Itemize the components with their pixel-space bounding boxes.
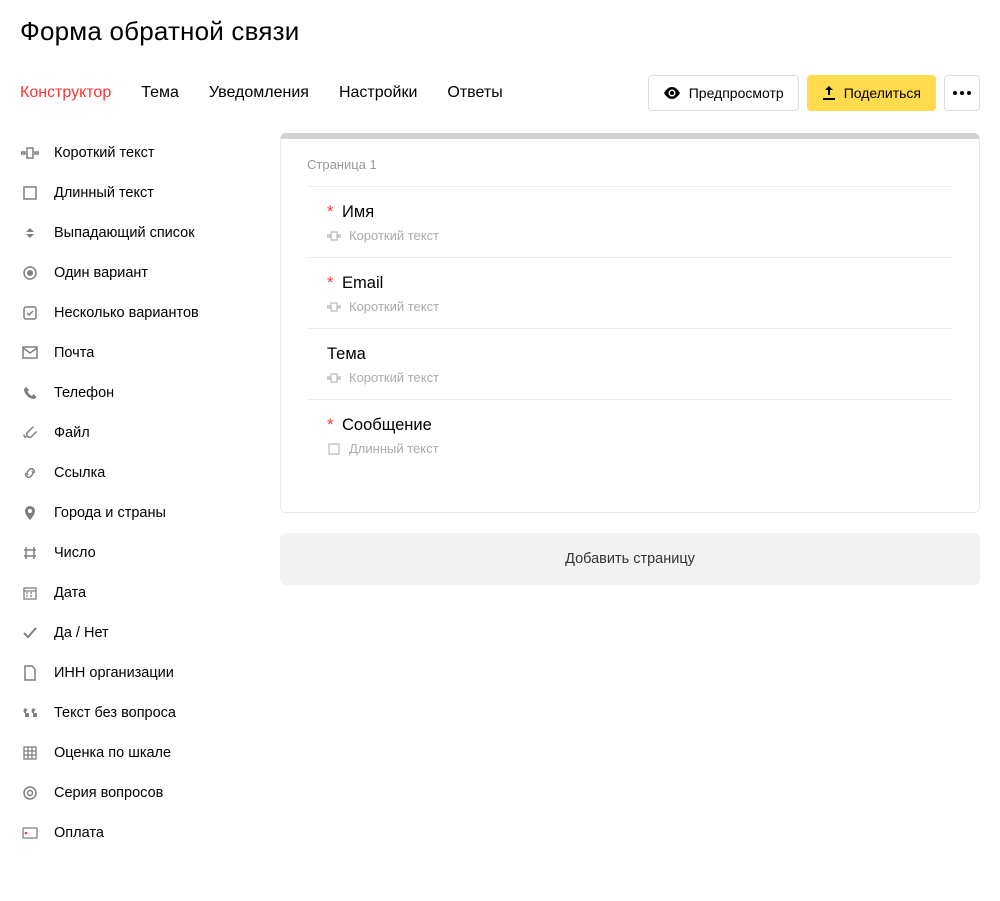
- sidebar-item-cities[interactable]: Города и страны: [20, 493, 250, 533]
- sidebar-item-yesno[interactable]: Да / Нет: [20, 613, 250, 653]
- question-item[interactable]: Тема Короткий текст: [307, 328, 953, 399]
- question-type-text: Длинный текст: [349, 441, 439, 456]
- sidebar-item-series[interactable]: Серия вопросов: [20, 773, 250, 813]
- question-type-text: Короткий текст: [349, 299, 439, 314]
- page-label: Страница 1: [307, 157, 953, 172]
- sidebar-item-dropdown[interactable]: Выпадающий список: [20, 213, 250, 253]
- sidebar-item-label: Ссылка: [54, 465, 105, 481]
- sidebar-item-label: Текст без вопроса: [54, 705, 176, 721]
- sidebar-item-file[interactable]: Файл: [20, 413, 250, 453]
- sidebar-item-one-option[interactable]: Один вариант: [20, 253, 250, 293]
- tab-notifications[interactable]: Уведомления: [209, 84, 309, 102]
- sidebar-item-label: Несколько вариантов: [54, 305, 199, 321]
- link-icon: [20, 463, 40, 483]
- tab-theme[interactable]: Тема: [141, 84, 179, 102]
- sidebar-item-long-text[interactable]: Длинный текст: [20, 173, 250, 213]
- sidebar-item-label: Телефон: [54, 385, 114, 401]
- sidebar-item-scale[interactable]: Оценка по шкале: [20, 733, 250, 773]
- tab-settings[interactable]: Настройки: [339, 84, 417, 102]
- file-icon: [20, 423, 40, 443]
- sidebar-item-label: Оплата: [54, 825, 104, 841]
- add-page-button[interactable]: Добавить страницу: [280, 533, 980, 585]
- form-card: Страница 1 * Имя Короткий текст: [280, 133, 980, 513]
- short-text-mini-icon: [327, 300, 341, 314]
- required-mark: *: [327, 274, 333, 292]
- sidebar-item-label: Города и страны: [54, 505, 166, 521]
- sidebar-item-number[interactable]: Число: [20, 533, 250, 573]
- sidebar-item-phone[interactable]: Телефон: [20, 373, 250, 413]
- quote-icon: [20, 703, 40, 723]
- layout: Короткий текст Длинный текст Выпадающий …: [20, 133, 980, 853]
- sidebar-item-label: Оценка по шкале: [54, 745, 171, 761]
- document-icon: [20, 663, 40, 683]
- sidebar-item-label: Короткий текст: [54, 145, 154, 161]
- sidebar-item-label: Почта: [54, 345, 94, 361]
- more-button[interactable]: [944, 75, 980, 111]
- question-type-text: Короткий текст: [349, 370, 439, 385]
- question-item[interactable]: * Email Короткий текст: [307, 257, 953, 328]
- short-text-icon: [20, 143, 40, 163]
- mail-icon: [20, 343, 40, 363]
- preview-label: Предпросмотр: [689, 85, 784, 101]
- checkbox-icon: [20, 303, 40, 323]
- sidebar-item-mail[interactable]: Почта: [20, 333, 250, 373]
- sidebar: Короткий текст Длинный текст Выпадающий …: [20, 133, 250, 853]
- sidebar-item-label: Один вариант: [54, 265, 148, 281]
- main: Страница 1 * Имя Короткий текст: [280, 133, 980, 853]
- sidebar-item-label: Дата: [54, 585, 86, 601]
- tab-constructor[interactable]: Конструктор: [20, 84, 111, 102]
- dropdown-icon: [20, 223, 40, 243]
- page-title: Форма обратной связи: [20, 16, 980, 47]
- tab-answers[interactable]: Ответы: [447, 84, 502, 102]
- sidebar-item-short-text[interactable]: Короткий текст: [20, 133, 250, 173]
- check-icon: [20, 623, 40, 643]
- short-text-mini-icon: [327, 371, 341, 385]
- sidebar-item-link[interactable]: Ссылка: [20, 453, 250, 493]
- question-title-text: Email: [342, 274, 383, 292]
- question-title-text: Имя: [342, 203, 374, 221]
- phone-icon: [20, 383, 40, 403]
- sidebar-item-label: ИНН организации: [54, 665, 174, 681]
- sidebar-item-label: Серия вопросов: [54, 785, 163, 801]
- header-actions: Предпросмотр Поделиться: [648, 75, 980, 111]
- required-mark: *: [327, 416, 333, 434]
- question-title-text: Тема: [327, 345, 366, 363]
- required-mark: *: [327, 203, 333, 221]
- share-button[interactable]: Поделиться: [807, 75, 936, 111]
- series-icon: [20, 783, 40, 803]
- question-item[interactable]: * Сообщение Длинный текст: [307, 399, 953, 496]
- preview-button[interactable]: Предпросмотр: [648, 75, 799, 111]
- share-label: Поделиться: [844, 85, 921, 101]
- tabs: Конструктор Тема Уведомления Настройки О…: [20, 84, 648, 102]
- radio-icon: [20, 263, 40, 283]
- sidebar-item-label: Выпадающий список: [54, 225, 195, 241]
- sidebar-item-label: Число: [54, 545, 96, 561]
- header-row: Конструктор Тема Уведомления Настройки О…: [20, 75, 980, 111]
- grid-icon: [20, 743, 40, 763]
- question-item[interactable]: * Имя Короткий текст: [307, 186, 953, 257]
- eye-icon: [663, 87, 681, 99]
- sidebar-item-label: Длинный текст: [54, 185, 154, 201]
- long-text-mini-icon: [327, 442, 341, 456]
- sidebar-item-payment[interactable]: Оплата: [20, 813, 250, 853]
- number-icon: [20, 543, 40, 563]
- sidebar-item-date[interactable]: Дата: [20, 573, 250, 613]
- long-text-icon: [20, 183, 40, 203]
- sidebar-item-no-question[interactable]: Текст без вопроса: [20, 693, 250, 733]
- share-icon: [822, 86, 836, 100]
- sidebar-item-inn[interactable]: ИНН организации: [20, 653, 250, 693]
- sidebar-item-label: Файл: [54, 425, 90, 441]
- location-icon: [20, 503, 40, 523]
- payment-icon: [20, 823, 40, 843]
- question-title-text: Сообщение: [342, 416, 432, 434]
- date-icon: [20, 583, 40, 603]
- short-text-mini-icon: [327, 229, 341, 243]
- question-type-text: Короткий текст: [349, 228, 439, 243]
- more-icon: [953, 91, 971, 95]
- sidebar-item-multi-option[interactable]: Несколько вариантов: [20, 293, 250, 333]
- sidebar-item-label: Да / Нет: [54, 625, 109, 641]
